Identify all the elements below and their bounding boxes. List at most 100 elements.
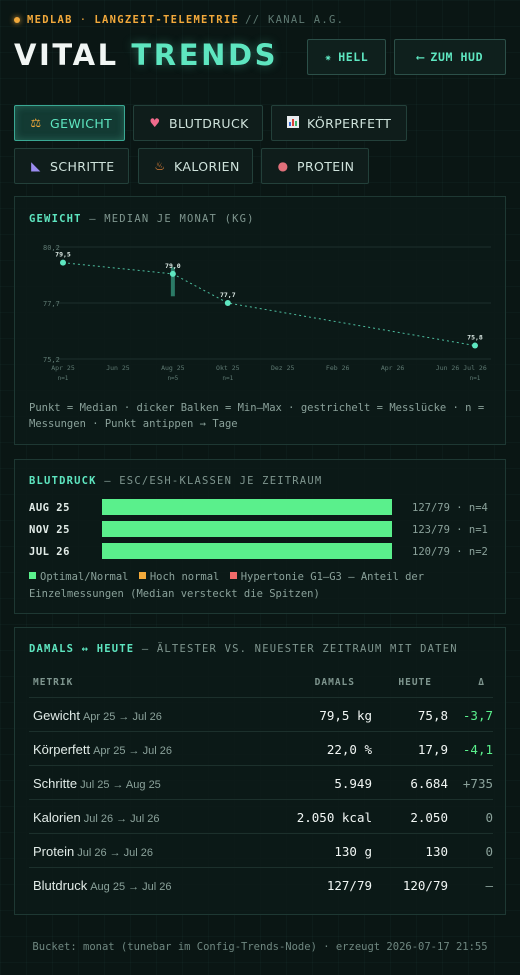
now-cell: 6.684 <box>410 776 448 791</box>
bp-row-label: AUG 25 <box>29 502 70 514</box>
tab-protein[interactable]: ● PROTEIN <box>261 148 369 184</box>
metric-cell: Blutdruck Aug 25 → Jul 26 <box>33 878 172 893</box>
weight-panel-title-key: GEWICHT <box>29 213 82 225</box>
bp-bar <box>102 499 392 515</box>
compare-panel-title-rest: — ÄLTESTER VS. NEUESTER ZEITRAUM MIT DAT… <box>141 643 458 655</box>
tab-gewicht[interactable]: ⚖ GEWICHT <box>14 105 125 141</box>
bp-row-label: NOV 25 <box>29 524 70 536</box>
bp-row-value: 123/79 · n=1 <box>412 524 488 536</box>
x-tick-label: Jun 25 <box>106 364 130 372</box>
bp-panel-title-rest: — ESC/ESH-KLASSEN JE ZEITRAUM <box>104 475 323 487</box>
x-tick-label: Apr 26 <box>381 364 405 372</box>
tab-blutdruck[interactable]: ♥ BLUTDRUCK <box>133 105 263 141</box>
y-tick-label: 75,2 <box>43 356 60 364</box>
bp-bar <box>102 543 392 559</box>
metric-period: Apr 25 → Jul 26 <box>82 711 162 723</box>
col-then-header: DAMALS <box>314 677 355 688</box>
back-to-hud-button[interactable]: ⟵ ZUM HUD <box>394 39 506 75</box>
metric-name: Kalorien <box>33 810 81 825</box>
data-label: 79,0 <box>165 262 181 270</box>
meat-icon: ● <box>277 159 289 173</box>
delta-cell: -3,7 <box>462 708 493 723</box>
status-dot-icon <box>14 17 20 23</box>
metric-name: Körperfett <box>33 742 91 757</box>
table-row: Schritte Jul 25 → Aug 25 5.949 6.684 +735 <box>29 765 493 799</box>
then-cell: 79,5 kg <box>319 708 372 723</box>
then-cell: 2.050 kcal <box>296 810 372 825</box>
delta-cell: +735 <box>462 776 493 791</box>
metric-cell: Schritte Jul 25 → Aug 25 <box>33 776 161 791</box>
now-cell: 2.050 <box>410 810 448 825</box>
x-tick-label: Apr 25 <box>51 364 75 372</box>
n-label: n=1 <box>222 375 233 382</box>
metric-cell: Körperfett Apr 25 → Jul 26 <box>33 742 172 757</box>
tab-label: SCHRITTE <box>50 158 115 174</box>
tab-label: GEWICHT <box>50 115 113 131</box>
tab-koerperfett[interactable]: KÖRPERFETT <box>271 105 407 141</box>
metric-cell: Protein Jul 26 → Jul 26 <box>33 844 153 859</box>
n-label: n=1 <box>58 375 69 382</box>
metric-period: Jul 26 → Jul 26 <box>77 847 154 859</box>
bp-row-label: JUL 26 <box>29 546 70 558</box>
bp-panel-title-key: BLUTDRUCK <box>29 475 97 487</box>
theme-light-label: HELL <box>338 50 369 64</box>
arrow-left-icon: ⟵ <box>416 50 425 64</box>
bp-bar-optimal <box>102 499 392 515</box>
theme-light-button[interactable]: ✷ HELL <box>307 39 386 75</box>
bp-row[interactable]: JUL 26 120/79 · n=2 <box>29 543 499 561</box>
now-cell: 17,9 <box>417 742 448 757</box>
legend-optimal-swatch <box>29 572 36 579</box>
tab-kalorien[interactable]: ♨ KALORIEN <box>138 148 253 184</box>
then-cell: 130 g <box>334 844 372 859</box>
delta-cell: 0 <box>485 844 493 859</box>
table-row: Gewicht Apr 25 → Jul 26 79,5 kg 75,8 -3,7 <box>29 697 493 731</box>
bp-row-value: 120/79 · n=2 <box>412 546 488 558</box>
bp-bar <box>102 521 392 537</box>
legend-hyper-swatch <box>229 572 237 579</box>
weight-panel-title-rest: — MEDIAN JE MONAT (KG) <box>89 213 255 225</box>
now-cell: 130 <box>425 844 448 859</box>
metric-name: Protein <box>33 844 75 859</box>
brand-label: MEDLAB <box>27 14 73 26</box>
bp-row[interactable]: NOV 25 123/79 · n=1 <box>29 521 499 539</box>
metric-name: Gewicht <box>33 708 80 723</box>
data-label: 77,7 <box>220 291 236 299</box>
legend-optimal-label: Optimal/Normal <box>40 571 129 583</box>
table-row: Blutdruck Aug 25 → Jul 26 127/79 120/79 — <box>29 867 493 901</box>
separator: · <box>79 14 88 26</box>
weight-panel-title: GEWICHT — MEDIAN JE MONAT (KG) <box>29 213 255 225</box>
table-row: Protein Jul 26 → Jul 26 130 g 130 0 <box>29 833 493 867</box>
metric-cell: Kalorien Jul 26 → Jul 26 <box>33 810 160 825</box>
data-label: 75,8 <box>467 334 483 342</box>
delta-cell: 0 <box>485 810 493 825</box>
bp-row[interactable]: AUG 25 127/79 · n=4 <box>29 499 499 517</box>
x-tick-label: Dez 25 <box>271 364 295 372</box>
n-label: n=1 <box>470 375 481 382</box>
compare-panel-title-key: DAMALS ↔ HEUTE <box>29 643 135 655</box>
series-line <box>62 262 476 347</box>
tab-label: PROTEIN <box>297 158 355 174</box>
channel-label: // KANAL A.G. <box>245 14 345 26</box>
header-topline: MEDLAB · LANGZEIT-TELEMETRIE // KANAL A.… <box>14 14 344 26</box>
col-now-header: HEUTE <box>398 677 432 688</box>
then-cell: 22,0 % <box>326 742 372 757</box>
now-cell: 120/79 <box>402 878 448 893</box>
data-point <box>60 259 66 266</box>
delta-cell: -4,1 <box>462 742 493 757</box>
then-cell: 5.949 <box>334 776 372 791</box>
table-row: Kalorien Jul 26 → Jul 26 2.050 kcal 2.050… <box>29 799 493 833</box>
tab-label: KALORIEN <box>174 158 240 174</box>
col-delta-header: Δ <box>478 677 485 688</box>
data-point <box>472 342 478 349</box>
heart-icon: ♥ <box>149 116 161 130</box>
data-point <box>224 300 231 306</box>
now-cell: 75,8 <box>417 708 448 723</box>
table-row: Körperfett Apr 25 → Jul 26 22,0 % 17,9 -4… <box>29 731 493 765</box>
data-label: 79,5 <box>55 251 71 259</box>
data-point <box>169 270 176 277</box>
page-title: VITAL TRENDS <box>14 38 278 72</box>
sun-icon: ✷ <box>324 50 333 64</box>
y-tick-label: 77,7 <box>43 300 60 308</box>
tab-schritte[interactable]: ◣ SCHRITTE <box>14 148 129 184</box>
weight-panel: GEWICHT — MEDIAN JE MONAT (KG) 80,2 77,7 7… <box>14 196 506 445</box>
